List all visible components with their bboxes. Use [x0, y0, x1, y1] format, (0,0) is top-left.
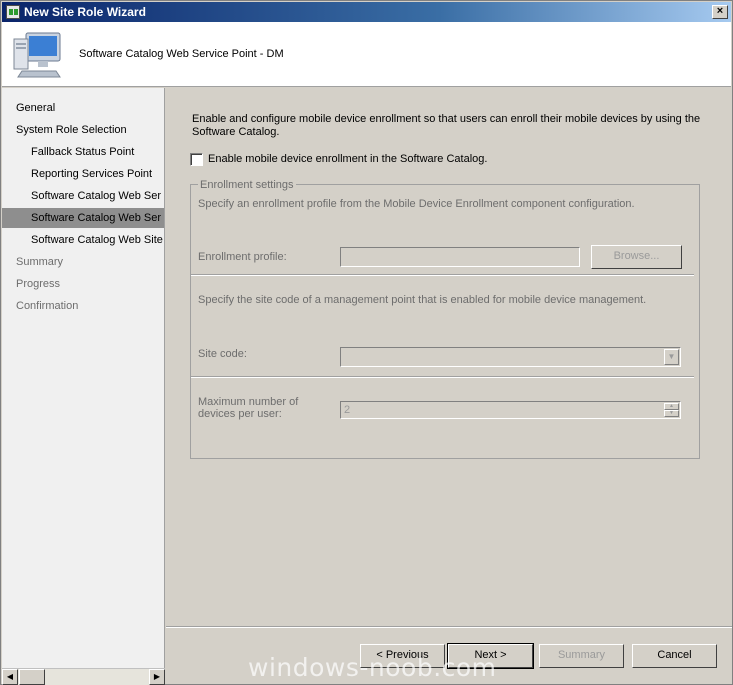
nav-item-summary: Summary	[16, 256, 64, 268]
footer-separator	[166, 626, 732, 628]
summary-button[interactable]: Summary	[539, 644, 624, 668]
nav-item-system-role-selection[interactable]: System Role Selection	[2, 120, 164, 140]
wizard-window: New Site Role Wizard × Software Catalog …	[0, 0, 733, 685]
nav-item-software-catalog-web-site[interactable]: Software Catalog Web Site	[2, 230, 164, 250]
site-code-label: Site code:	[198, 348, 247, 360]
nav-item-software-catalog-web-service-1[interactable]: Software Catalog Web Ser	[2, 186, 164, 206]
scroll-right-icon[interactable]: ▶	[149, 669, 165, 685]
wizard-nav: General System Role Selection Fallback S…	[2, 88, 165, 668]
app-icon	[6, 5, 20, 19]
site-code-description: Specify the site code of a management po…	[198, 294, 647, 306]
max-devices-label: Maximum number of devices per user:	[198, 396, 299, 420]
max-devices-value: 2	[344, 404, 351, 416]
nav-item-software-catalog-web-service-2[interactable]: Software Catalog Web Ser	[2, 208, 164, 228]
title-bar: New Site Role Wizard ×	[2, 2, 731, 22]
group-legend: Enrollment settings	[198, 179, 296, 191]
wizard-header: Software Catalog Web Service Point - DM	[2, 22, 731, 87]
cancel-button[interactable]: Cancel	[632, 644, 717, 668]
page-title: Software Catalog Web Service Point - DM	[79, 48, 284, 60]
intro-text: Enable and configure mobile device enrol…	[192, 113, 701, 138]
enrollment-profile-field[interactable]	[340, 247, 580, 267]
nav-item-progress: Progress	[16, 278, 61, 290]
watermark: windows-noob.com	[248, 653, 497, 682]
nav-horizontal-scrollbar[interactable]: ◀ ▶	[2, 668, 165, 685]
nav-item-confirmation: Confirmation	[16, 300, 79, 312]
scroll-left-icon[interactable]: ◀	[2, 669, 18, 685]
max-devices-stepper[interactable]: 2 ▲ ▼	[340, 401, 681, 419]
chevron-down-icon[interactable]: ▼	[664, 349, 679, 365]
scroll-thumb[interactable]	[19, 669, 45, 685]
separator	[191, 274, 694, 276]
nav-item-general[interactable]: General	[2, 98, 164, 118]
enable-enrollment-label[interactable]: Enable mobile device enrollment in the S…	[208, 153, 487, 165]
separator	[191, 376, 694, 378]
enrollment-profile-label: Enrollment profile:	[198, 251, 287, 263]
site-code-dropdown[interactable]: ▼	[340, 347, 681, 367]
nav-item-reporting-services-point[interactable]: Reporting Services Point	[2, 164, 164, 184]
browse-button[interactable]: Browse...	[591, 245, 682, 269]
spinner-icon[interactable]: ▲ ▼	[664, 403, 679, 417]
window-title: New Site Role Wizard	[24, 5, 146, 19]
wizard-content: Enable and configure mobile device enrol…	[166, 88, 732, 626]
nav-item-fallback-status-point[interactable]: Fallback Status Point	[2, 142, 164, 162]
profile-description: Specify an enrollment profile from the M…	[198, 198, 635, 210]
computer-icon	[13, 32, 61, 78]
enable-enrollment-checkbox[interactable]	[190, 153, 203, 166]
close-button[interactable]: ×	[712, 5, 728, 19]
